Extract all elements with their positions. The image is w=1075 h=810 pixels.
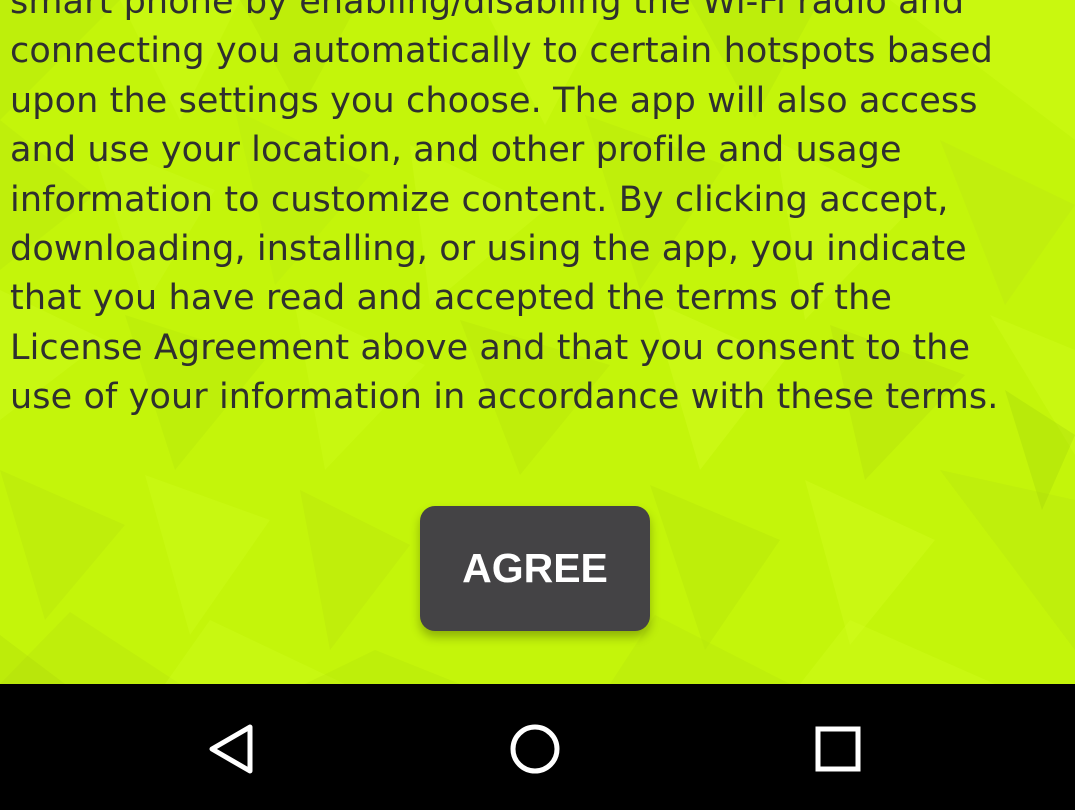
home-button[interactable] [490, 704, 580, 794]
license-text-line-2: connecting you automatically to certain … [10, 31, 993, 72]
license-text-line-5: information to customize content. By cli… [10, 179, 949, 220]
license-text-line-7: that you have read and accepted the term… [10, 278, 892, 319]
recents-square-icon [815, 726, 861, 772]
home-circle-icon [510, 724, 560, 774]
license-text-line-4: and use your location, and other profile… [10, 130, 902, 171]
license-content-area[interactable]: smart phone by enabling/disabling the Wi… [0, 0, 1075, 684]
license-text-line-9: use of your information in accordance wi… [10, 377, 999, 418]
license-text-line-3: upon the settings you choose. The app wi… [10, 80, 978, 121]
license-agreement-text: smart phone by enabling/disabling the Wi… [10, 0, 1070, 423]
android-navigation-bar [0, 684, 1075, 810]
license-text-line-8: License Agreement above and that you con… [10, 327, 971, 368]
back-triangle-icon [209, 724, 253, 774]
agree-button[interactable]: AGREE [420, 506, 650, 631]
license-text-line-6: downloading, installing, or using the ap… [10, 229, 967, 270]
back-button[interactable] [187, 704, 277, 794]
license-screen: smart phone by enabling/disabling the Wi… [0, 0, 1075, 810]
license-text-line-1: smart phone by enabling/disabling the Wi… [10, 0, 965, 22]
recent-apps-button[interactable] [793, 704, 883, 794]
